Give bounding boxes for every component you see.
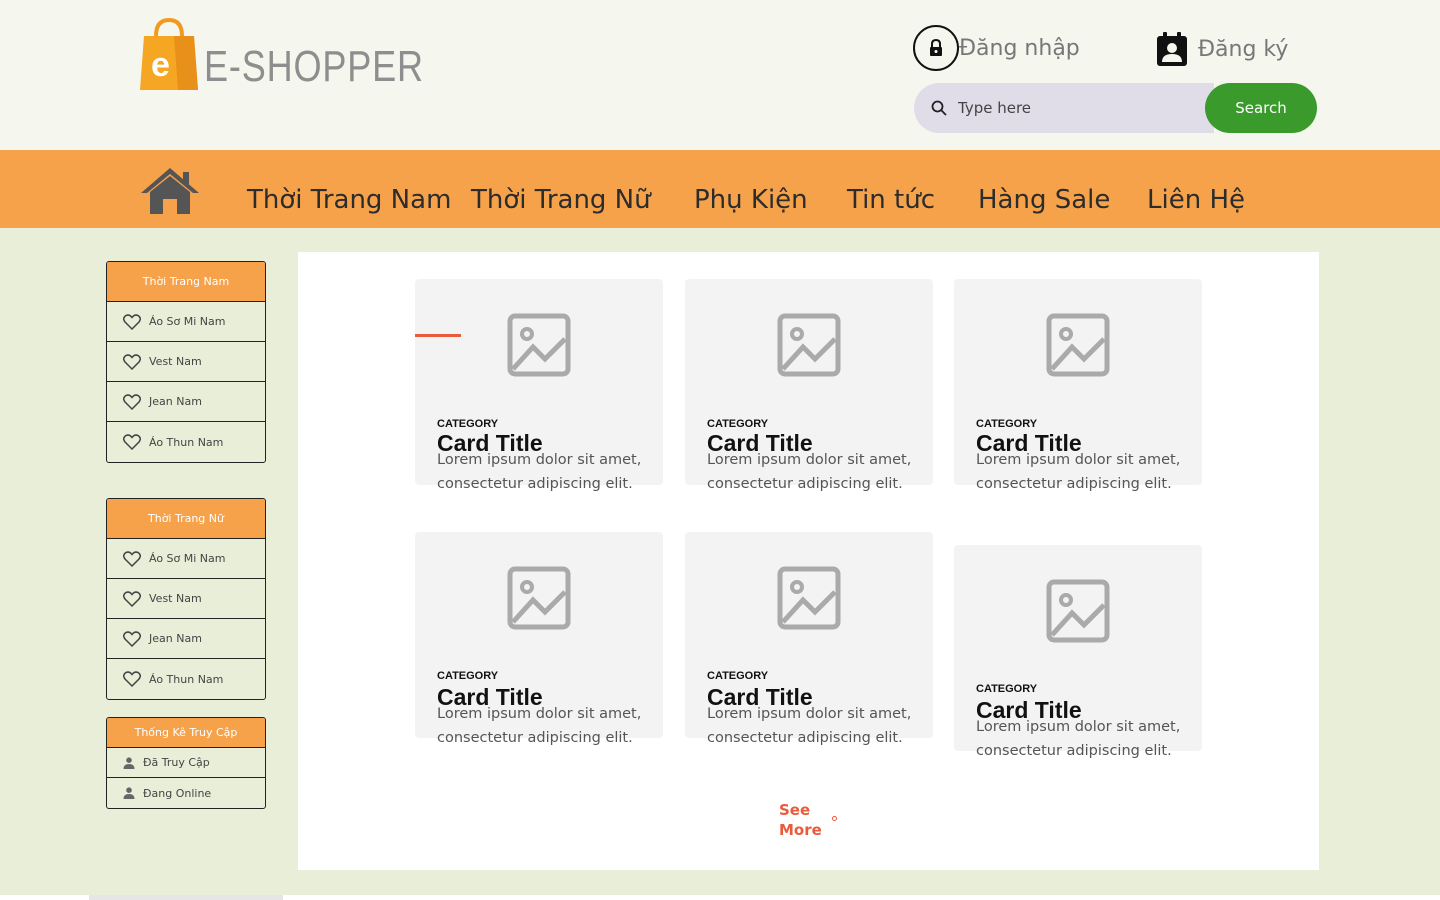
card-category: CATEGORY — [437, 418, 499, 430]
search-button[interactable]: Search — [1205, 83, 1317, 133]
card-description: Lorem ipsum dolor sit amet, consectetur … — [976, 719, 1181, 759]
sidebar-women-title[interactable]: Thời Trang Nữ — [107, 499, 265, 539]
sidebar-item[interactable]: Áo Sơ Mi Nam — [107, 302, 265, 342]
product-card[interactable]: CATEGORY Card Title Lorem ipsum dolor si… — [415, 279, 663, 492]
card-category: CATEGORY — [437, 670, 499, 682]
card-category: CATEGORY — [707, 670, 769, 682]
image-placeholder-icon — [1046, 579, 1110, 643]
search-icon — [931, 100, 947, 116]
card-description: Lorem ipsum dolor sit amet, consectetur … — [437, 452, 642, 492]
sidebar-item-label: Jean Nam — [149, 632, 202, 645]
image-placeholder-icon — [1046, 313, 1110, 377]
lock-icon — [913, 25, 959, 71]
card-description: Lorem ipsum dolor sit amet, consectetur … — [976, 452, 1181, 492]
card-category: CATEGORY — [976, 683, 1038, 695]
heart-icon — [123, 393, 141, 410]
stats-label: Đang Online — [143, 786, 212, 800]
nav-thoi-trang-nam[interactable]: Thời Trang Nam — [247, 185, 451, 215]
sidebar-item-label: Áo Thun Nam — [149, 435, 224, 449]
logo-bag-letter: e — [151, 46, 170, 84]
stats-row: Đang Online — [107, 778, 265, 808]
card-description: Lorem ipsum dolor sit amet, consectetur … — [707, 452, 912, 492]
heart-icon — [123, 313, 141, 330]
sidebar-item-label: Jean Nam — [149, 395, 202, 408]
image-placeholder-icon — [507, 313, 571, 377]
card-category: CATEGORY — [976, 418, 1038, 430]
search-bar — [914, 83, 1214, 133]
heart-icon — [123, 550, 141, 567]
product-card[interactable]: CATEGORY Card Title Lorem ipsum dolor si… — [685, 532, 933, 746]
register-link[interactable]: Đăng ký — [1156, 31, 1288, 67]
image-placeholder-icon — [507, 566, 571, 630]
product-card[interactable]: CATEGORY Card Title Lorem ipsum dolor si… — [415, 532, 663, 746]
product-card[interactable]: CATEGORY Card Title Lorem ipsum dolor si… — [954, 279, 1202, 492]
heart-icon — [123, 630, 141, 647]
sidebar-men-panel: Thời Trang Nam Áo Sơ Mi Nam Vest Nam Jea… — [106, 261, 266, 463]
sidebar-item-label: Áo Thun Nam — [149, 672, 224, 686]
heart-icon — [123, 434, 141, 450]
sidebar-item[interactable]: Áo Thun Nam — [107, 422, 265, 462]
sidebar-item-label: Vest Nam — [149, 355, 202, 368]
accent-line — [415, 334, 461, 337]
search-input[interactable] — [958, 99, 1178, 117]
product-card[interactable]: CATEGORY Card Title Lorem ipsum dolor si… — [685, 279, 933, 492]
sidebar-stats-title: Thống Kê Truy Cập — [107, 718, 265, 748]
nav-lien-he[interactable]: Liên Hệ — [1147, 185, 1245, 215]
stats-label: Đã Truy Cập — [143, 756, 210, 769]
nav-thoi-trang-nu[interactable]: Thời Trang Nữ — [471, 185, 651, 215]
arrow-dot-icon — [832, 816, 837, 821]
sidebar-item-label: Áo Sơ Mi Nam — [149, 552, 226, 565]
card-description: Lorem ipsum dolor sit amet, consectetur … — [437, 706, 642, 746]
sidebar-item[interactable]: Áo Sơ Mi Nam — [107, 539, 265, 579]
card-description: Lorem ipsum dolor sit amet, consectetur … — [707, 706, 912, 746]
see-more-link[interactable]: See More — [779, 800, 829, 840]
nav-phu-kien[interactable]: Phụ Kiện — [694, 185, 808, 215]
user-icon — [123, 787, 135, 799]
image-placeholder-icon — [777, 313, 841, 377]
sidebar-item[interactable]: Jean Nam — [107, 619, 265, 659]
eshopper-logo[interactable]: e E-SHOPPER — [138, 18, 423, 94]
shopping-bag-logo-icon: e — [140, 18, 198, 90]
logo-text: E-SHOPPER — [204, 42, 424, 91]
sidebar-item[interactable]: Vest Nam — [107, 579, 265, 619]
user-icon — [123, 756, 135, 769]
heart-icon — [123, 590, 141, 607]
sidebar-item[interactable]: Vest Nam — [107, 342, 265, 382]
sidebar-item[interactable]: Áo Thun Nam — [107, 659, 265, 699]
product-card[interactable]: CATEGORY Card Title Lorem ipsum dolor si… — [954, 545, 1202, 759]
sidebar-stats-panel: Thống Kê Truy Cập Đã Truy Cập Đang Onlin… — [106, 717, 266, 809]
heart-icon — [123, 671, 141, 687]
sidebar-item-label: Áo Sơ Mi Nam — [149, 315, 226, 328]
bottom-strip — [0, 895, 1440, 900]
heart-icon — [123, 353, 141, 370]
home-icon[interactable] — [139, 166, 201, 216]
main-nav: Thời Trang Nam Thời Trang Nữ Phụ Kiện Ti… — [0, 150, 1440, 228]
sidebar-men-title[interactable]: Thời Trang Nam — [107, 262, 265, 302]
sidebar-women-panel: Thời Trang Nữ Áo Sơ Mi Nam Vest Nam Jean… — [106, 498, 266, 700]
image-placeholder-icon — [777, 566, 841, 630]
contact-calendar-icon — [1157, 32, 1187, 66]
sidebar-item[interactable]: Jean Nam — [107, 382, 265, 422]
header: e E-SHOPPER Đăng nhập Đăng ký Se — [0, 0, 1440, 150]
login-label: Đăng nhập — [959, 35, 1080, 61]
product-grid-panel: CATEGORY Card Title Lorem ipsum dolor si… — [298, 252, 1319, 870]
login-link[interactable]: Đăng nhập — [913, 25, 1080, 71]
nav-hang-sale[interactable]: Hàng Sale — [978, 185, 1110, 215]
card-category: CATEGORY — [707, 418, 769, 430]
register-label: Đăng ký — [1198, 36, 1289, 62]
stats-row: Đã Truy Cập — [107, 748, 265, 778]
bottom-tab — [89, 895, 283, 900]
sidebar-item-label: Vest Nam — [149, 592, 202, 605]
nav-tin-tuc[interactable]: Tin tức — [847, 185, 935, 215]
